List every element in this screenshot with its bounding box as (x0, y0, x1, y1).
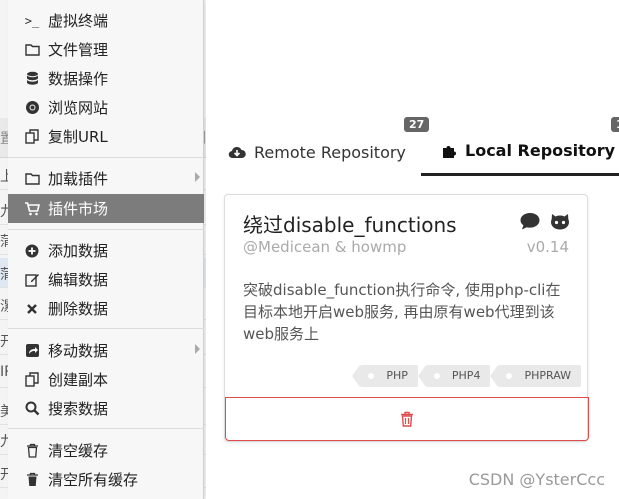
menu-item-copy-url[interactable]: 复制URL (8, 122, 204, 151)
edit-icon (22, 272, 42, 287)
trash-icon (22, 443, 42, 458)
watermark: CSDN @YsterCcc (468, 470, 605, 489)
menu-item-terminal[interactable]: >_ 虚拟终端 (8, 6, 204, 35)
menu-item-move-data[interactable]: 移动数据 (8, 336, 204, 365)
menu-item-file-manager[interactable]: 文件管理 (8, 35, 204, 64)
menu-item-browse[interactable]: 浏览网站 (8, 93, 204, 122)
menu-item-edit-data[interactable]: 编辑数据 (8, 265, 204, 294)
plugin-title: 绕过disable_functions (243, 213, 457, 237)
menu-divider (8, 328, 204, 329)
delete-plugin-button[interactable] (225, 397, 589, 441)
repository-tabs: Remote Repository 27 Local Repository 1 (206, 117, 619, 176)
plugin-version: v0.14 (526, 238, 569, 256)
plugin-actions (519, 211, 571, 235)
context-menu: >_ 虚拟终端 文件管理 数据操作 浏览网站 复制URL 加载插件 插件市场 添… (8, 0, 204, 499)
cart-icon (22, 201, 42, 216)
database-icon (22, 71, 42, 86)
tag-icon (368, 373, 375, 379)
menu-item-data-ops[interactable]: 数据操作 (8, 64, 204, 93)
terminal-icon: >_ (24, 13, 40, 28)
times-icon (22, 303, 42, 315)
folder-icon (22, 43, 42, 56)
plugin-tags: PHP PHP4 PHPRAW (352, 365, 581, 387)
plugin-author: @Medicean & howmp (243, 238, 407, 256)
tag-icon (506, 373, 513, 379)
share-icon (22, 343, 42, 358)
menu-item-clear-all-cache[interactable]: 清空所有缓存 (8, 465, 204, 494)
plugin-description: 突破disable_function执行命令, 使用php-cli在目标本地开启… (243, 281, 561, 343)
github-icon[interactable] (549, 211, 571, 235)
menu-divider (8, 157, 204, 158)
tag-icon (433, 373, 440, 379)
tag-php4: PHP4 (417, 365, 491, 387)
menu-item-delete-data[interactable]: 删除数据 (8, 294, 204, 323)
trash-icon (22, 472, 42, 487)
comment-icon[interactable] (519, 211, 541, 235)
tag-php: PHP (352, 365, 418, 387)
plugin-card: 绕过disable_functions @Medicean & howmp v0… (224, 194, 589, 442)
submenu-arrow-icon (195, 344, 200, 354)
tab-remote-repository[interactable]: Remote Repository 27 (228, 117, 430, 176)
menu-item-clear-cache[interactable]: 清空缓存 (8, 436, 204, 465)
copy-icon (22, 129, 42, 144)
copy-icon (22, 372, 42, 387)
menu-item-load-plugin[interactable]: 加载插件 (8, 164, 204, 193)
cloud-download-icon (228, 145, 246, 159)
submenu-arrow-icon (195, 172, 200, 182)
plugin-market-panel: Remote Repository 27 Local Repository 1 … (206, 0, 619, 499)
menu-divider (8, 229, 204, 230)
menu-item-search-data[interactable]: 搜索数据 (8, 394, 204, 423)
folder-icon (22, 172, 42, 185)
trash-icon (400, 411, 414, 427)
local-count-badge: 1 (611, 117, 619, 132)
plus-circle-icon (22, 244, 42, 258)
tab-local-repository[interactable]: Local Repository 1 (421, 117, 619, 176)
search-icon (22, 401, 42, 416)
tag-phpraw: PHPRAW (490, 365, 581, 387)
menu-item-create-copy[interactable]: 创建副本 (8, 365, 204, 394)
chrome-icon (22, 100, 42, 115)
puzzle-icon (441, 143, 457, 159)
menu-item-plugin-market[interactable]: 插件市场 (8, 194, 204, 223)
menu-divider (8, 428, 204, 429)
menu-item-add-data[interactable]: 添加数据 (8, 236, 204, 265)
